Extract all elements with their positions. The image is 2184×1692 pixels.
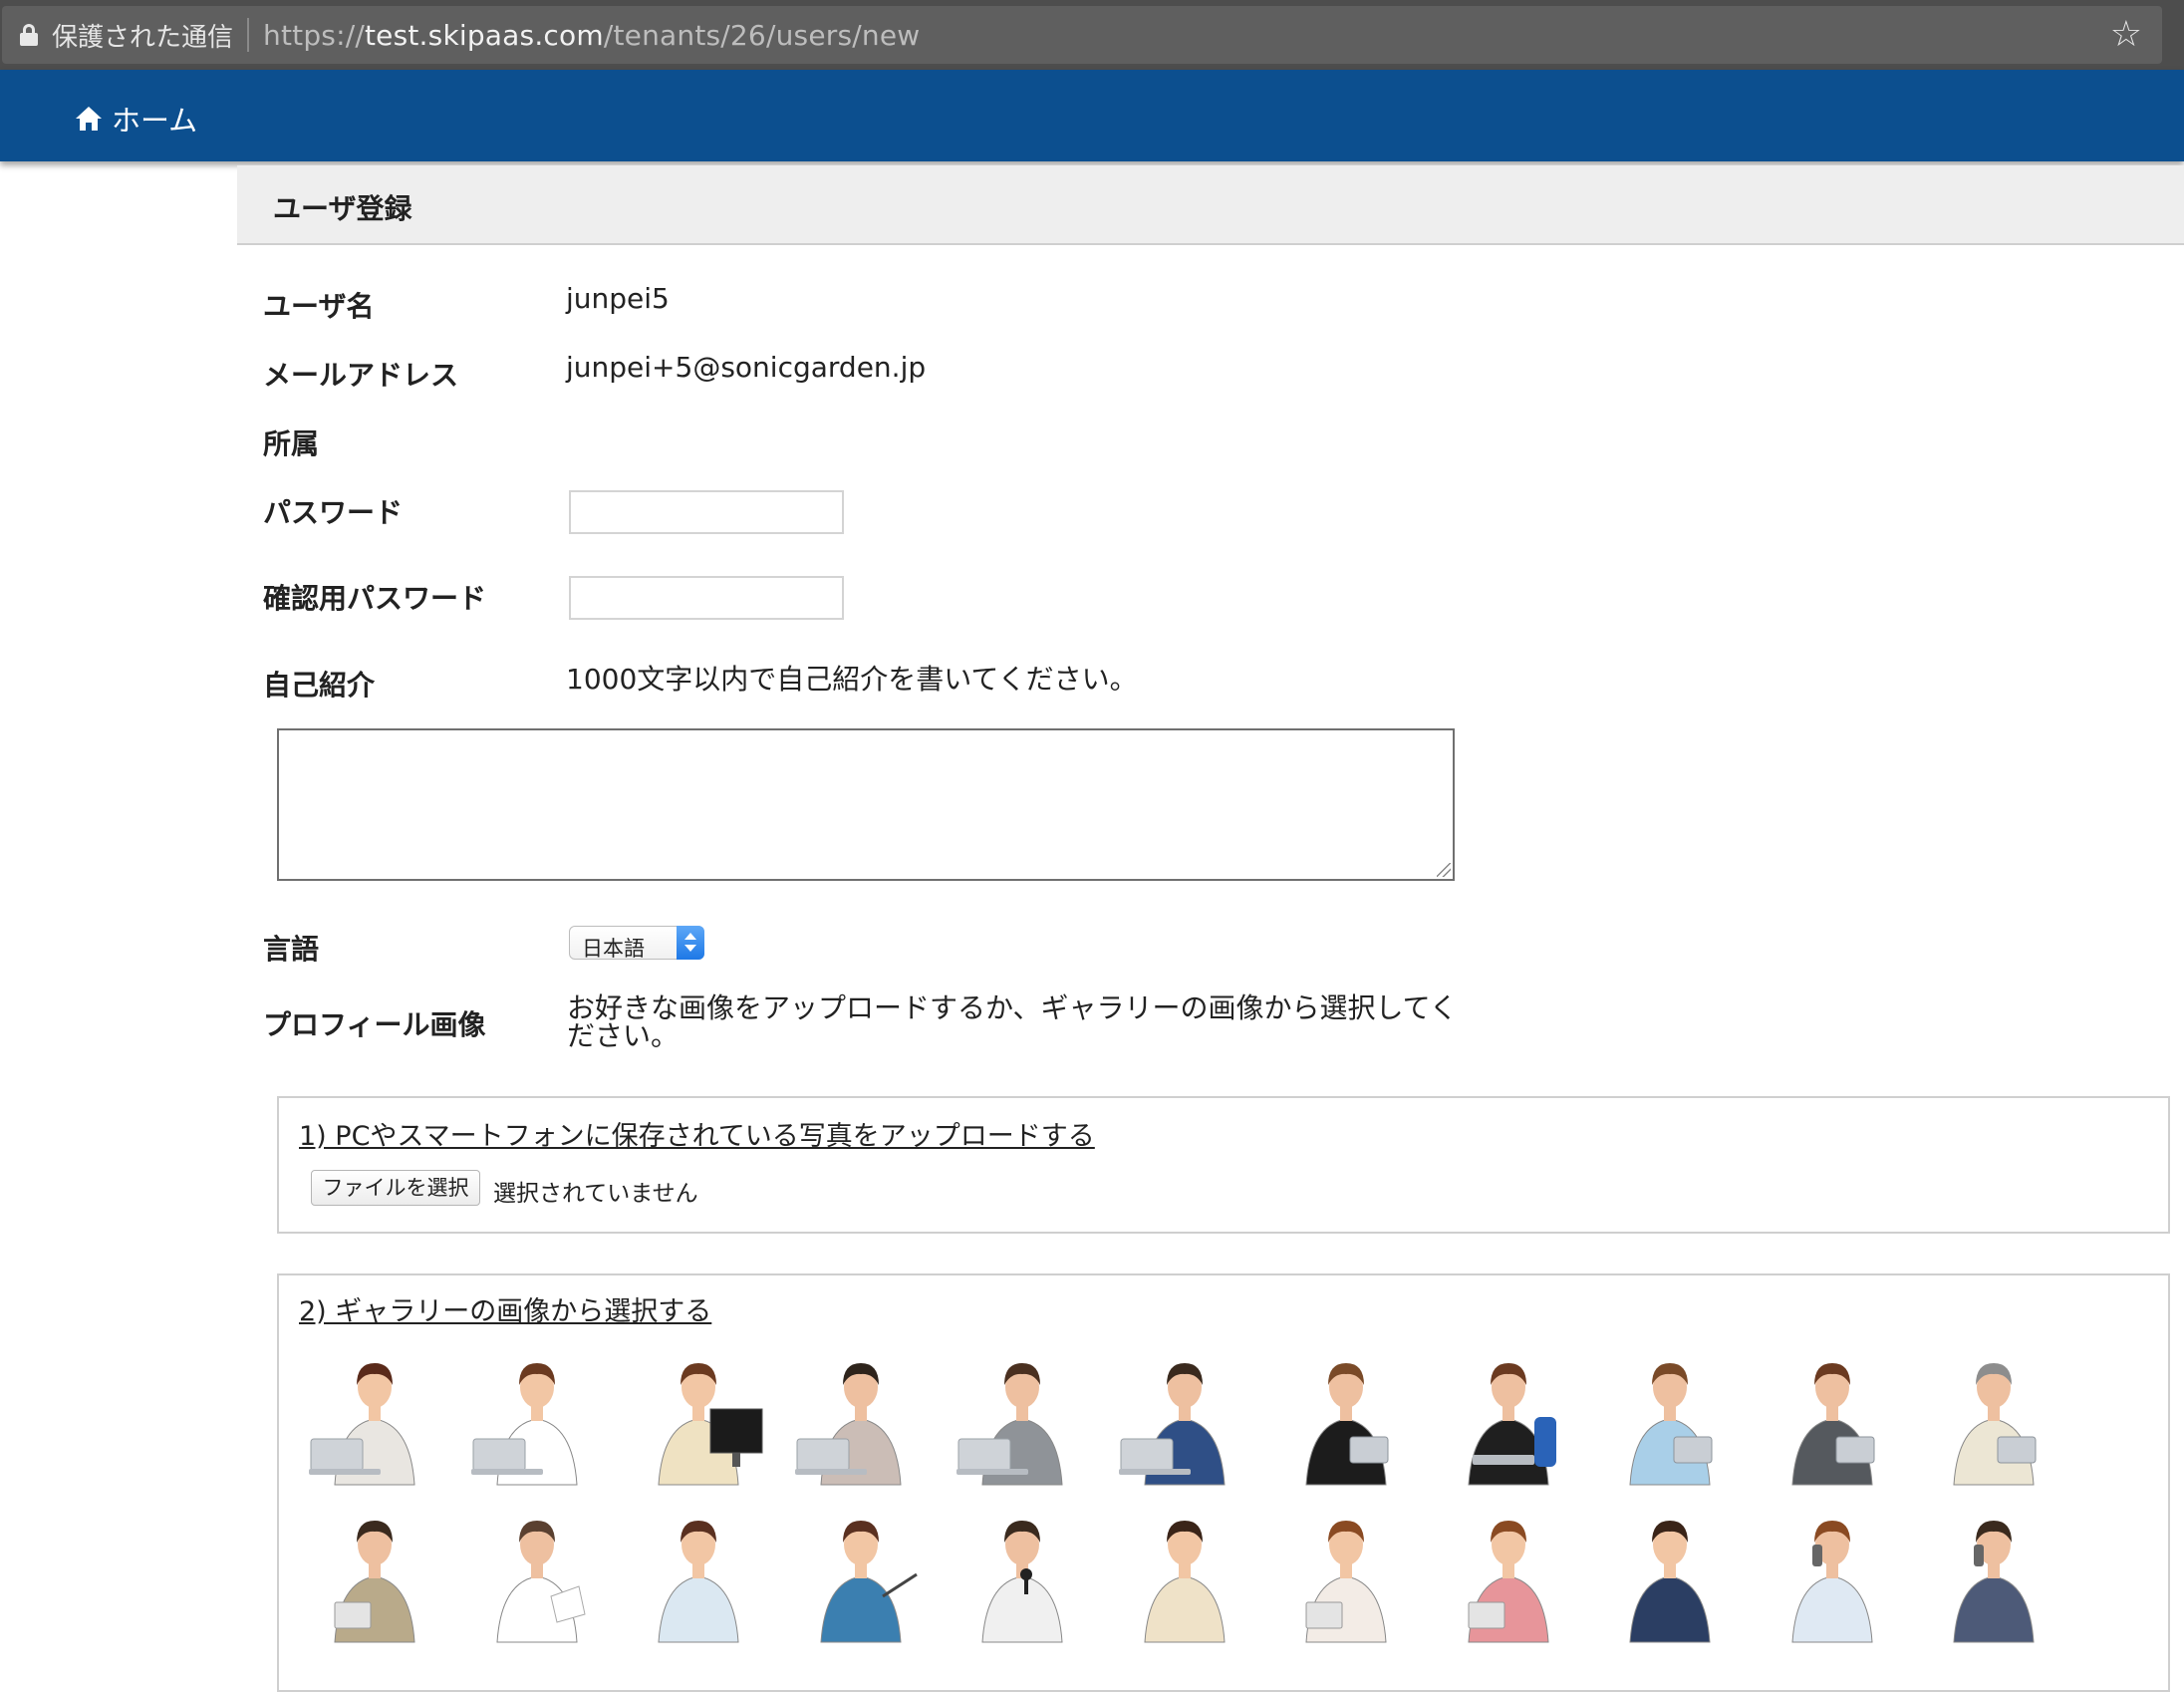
top-navbar: ホーム — [0, 70, 2184, 161]
select-arrows-icon — [677, 926, 704, 960]
language-label: 言語 — [263, 933, 320, 966]
man-phone-call-avatar[interactable] — [1763, 1505, 1902, 1644]
url-host: test.skipaas.com — [364, 18, 604, 52]
woman-monitor-avatar[interactable] — [629, 1347, 768, 1487]
profile-image-label: プロフィール画像 — [263, 1008, 486, 1041]
man-desk-laptop-avatar-image — [794, 1363, 902, 1486]
man-white-shirt-pointing-avatar[interactable] — [467, 1505, 607, 1644]
woman-blue-sweater-pointer-avatar[interactable] — [791, 1505, 931, 1644]
language-select[interactable]: 日本語 — [569, 926, 704, 961]
profile-image-help: お好きな画像をアップロードするか、ギャラリーの画像から選択してください。 — [567, 991, 1458, 1052]
woman-presenting-avatar-image — [658, 1521, 739, 1643]
man-blue-suit-laptop-avatar-image — [1118, 1363, 1226, 1486]
man-navy-suit-phone-avatar-image — [1953, 1521, 2035, 1643]
woman-monitor-avatar-image — [658, 1363, 763, 1486]
woman-navy-jacket-phone-avatar[interactable] — [1600, 1505, 1740, 1644]
man-black-suit-tablet-avatar[interactable] — [1276, 1347, 1416, 1487]
man-chair-laptop-avatar-image — [1467, 1363, 1556, 1486]
password-field[interactable] — [569, 490, 844, 534]
home-link[interactable]: ホーム — [76, 98, 197, 140]
man-desk-laptop-avatar[interactable] — [791, 1347, 931, 1487]
email-label: メールアドレス — [263, 359, 459, 392]
upload-link[interactable]: 1) PCやスマートフォンに保存されている写真をアップロードする — [299, 1114, 1095, 1153]
man-light-blue-shirt-avatar-image — [1629, 1363, 1713, 1486]
password-confirm-field[interactable] — [569, 576, 844, 620]
woman-phone-folder-avatar-image — [1305, 1521, 1387, 1643]
man-phone-call-avatar-image — [1790, 1521, 1873, 1643]
man-microphone-avatar-image — [981, 1521, 1063, 1643]
man-chair-laptop-avatar[interactable] — [1439, 1347, 1578, 1487]
man-vest-laptop-avatar[interactable] — [953, 1347, 1092, 1487]
man-black-suit-tablet-avatar-image — [1305, 1363, 1389, 1486]
bio-help-text: 1000文字以内で自己紹介を書いてください。 — [566, 663, 1138, 696]
bio-label: 自己紹介 — [263, 669, 376, 702]
man-gray-suit-tablet-avatar[interactable] — [1763, 1347, 1902, 1487]
url-path: /tenants/26/users/new — [603, 18, 921, 52]
choose-file-button[interactable]: ファイルを選択 — [311, 1170, 480, 1206]
senior-man-cream-suit-avatar-image — [1953, 1363, 2037, 1486]
star-icon[interactable]: ☆ — [2110, 14, 2142, 55]
woman-beige-jacket-avatar-image — [1143, 1521, 1226, 1643]
woman-navy-jacket-phone-avatar-image — [1629, 1521, 1711, 1643]
password-label: パスワード — [263, 496, 404, 529]
file-status-text: 選択されていません — [493, 1181, 698, 1207]
password-confirm-label: 確認用パスワード — [263, 582, 487, 615]
gallery-link[interactable]: 2) ギャラリーの画像から選択する — [299, 1289, 711, 1328]
upload-panel: 1) PCやスマートフォンに保存されている写真をアップロードする ファイルを選択… — [277, 1096, 2170, 1234]
woman-pink-shirt-phone-avatar-image — [1467, 1521, 1549, 1643]
menu-dots-icon[interactable]: ⋮ — [2172, 8, 2184, 56]
page-title: ユーザ登録 — [273, 192, 412, 225]
man-white-shirt-pointing-avatar-image — [495, 1521, 586, 1643]
woman-blue-sweater-pointer-avatar-image — [819, 1521, 918, 1643]
username-value: junpei5 — [566, 282, 670, 315]
woman-beige-jacket-avatar[interactable] — [1115, 1505, 1254, 1644]
man-light-blue-shirt-avatar[interactable] — [1600, 1347, 1740, 1487]
email-value: junpei+5@sonicgarden.jp — [566, 351, 927, 384]
lock-icon — [20, 24, 38, 46]
woman-presenting-avatar[interactable] — [629, 1505, 768, 1644]
address-bar[interactable]: 保護された通信 https://test.skipaas.com/tenants… — [2, 6, 2162, 64]
woman-phone-folder-avatar[interactable] — [1276, 1505, 1416, 1644]
gallery-panel: 2) ギャラリーの画像から選択する — [277, 1273, 2170, 1692]
language-selected-value: 日本語 — [582, 937, 645, 961]
affiliation-label: 所属 — [263, 427, 320, 460]
man-microphone-avatar[interactable] — [953, 1505, 1092, 1644]
url-text[interactable]: https://test.skipaas.com/tenants/26/user… — [263, 19, 920, 52]
home-icon — [76, 107, 102, 131]
woman-laptop-avatar[interactable] — [305, 1347, 444, 1487]
man-navy-suit-phone-avatar[interactable] — [1924, 1505, 2063, 1644]
senior-man-cream-suit-avatar[interactable] — [1924, 1347, 2063, 1487]
bio-textarea[interactable] — [277, 728, 1455, 881]
man-khaki-shirt-folder-avatar-image — [334, 1521, 415, 1643]
woman-pink-shirt-phone-avatar[interactable] — [1439, 1505, 1578, 1644]
page-header: ユーザ登録 — [237, 165, 2184, 245]
man-vest-laptop-avatar-image — [956, 1363, 1063, 1486]
woman-laptop-dark-skirt-avatar[interactable] — [467, 1347, 607, 1487]
secure-connection-label[interactable]: 保護された通信 — [52, 17, 233, 54]
woman-laptop-avatar-image — [309, 1363, 415, 1486]
man-blue-suit-laptop-avatar[interactable] — [1115, 1347, 1254, 1487]
browser-toolbar: 保護された通信 https://test.skipaas.com/tenants… — [0, 0, 2184, 70]
man-khaki-shirt-folder-avatar[interactable] — [305, 1505, 444, 1644]
username-label: ユーザ名 — [263, 290, 375, 323]
url-scheme: https:// — [263, 18, 365, 52]
home-label: ホーム — [112, 104, 198, 138]
man-gray-suit-tablet-avatar-image — [1790, 1363, 1874, 1486]
resize-grip-icon[interactable] — [1437, 863, 1451, 877]
woman-laptop-dark-skirt-avatar-image — [470, 1363, 578, 1486]
address-separator — [247, 18, 250, 52]
